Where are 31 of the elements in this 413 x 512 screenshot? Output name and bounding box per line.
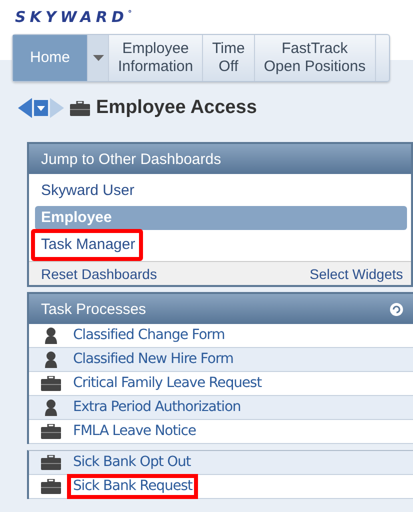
nav-tab[interactable]: FastTrack Open Positions (254, 35, 376, 81)
task-link[interactable]: FMLA Leave Notice (73, 423, 196, 440)
briefcase-icon (41, 424, 61, 439)
task-link[interactable]: Sick Bank Request (67, 474, 198, 499)
person-icon (44, 351, 58, 368)
skyward-logo: SKYWARD$^{°}$ (14, 7, 137, 28)
briefcase-icon (70, 100, 90, 116)
nav-tab[interactable]: Employee Information (109, 35, 204, 81)
briefcase-icon (41, 455, 61, 470)
briefcase-icon (41, 376, 61, 391)
task-link[interactable]: Classified New Hire Form (73, 351, 234, 368)
person-icon (44, 327, 58, 344)
dropdown-button[interactable] (88, 35, 110, 81)
dashboard-link[interactable]: Skyward User (35, 179, 407, 203)
page-title: Employee Access (96, 97, 257, 119)
footer-link[interactable]: Reset Dashboards (41, 266, 157, 282)
dashboard-link[interactable]: Task Manager (31, 229, 144, 261)
footer-link[interactable]: Select Widgets (310, 266, 403, 282)
nav-tab[interactable]: Time Off (203, 35, 255, 81)
back-arrow-icon[interactable] (18, 98, 32, 118)
task-link[interactable]: Critical Family Leave Request (73, 375, 262, 392)
panel-title: Task Processes (41, 300, 146, 318)
person-icon (44, 399, 58, 416)
task-link[interactable]: Classified Change Form (73, 327, 225, 344)
caret-icon (92, 55, 104, 61)
task-link[interactable]: Extra Period Authorization (73, 399, 241, 416)
panel-title: Jump to Other Dashboards (41, 150, 222, 168)
refresh-icon[interactable] (390, 302, 403, 316)
dropdown-icon[interactable] (34, 100, 48, 116)
briefcase-icon (41, 479, 61, 494)
task-link[interactable]: Sick Bank Opt Out (73, 454, 191, 471)
